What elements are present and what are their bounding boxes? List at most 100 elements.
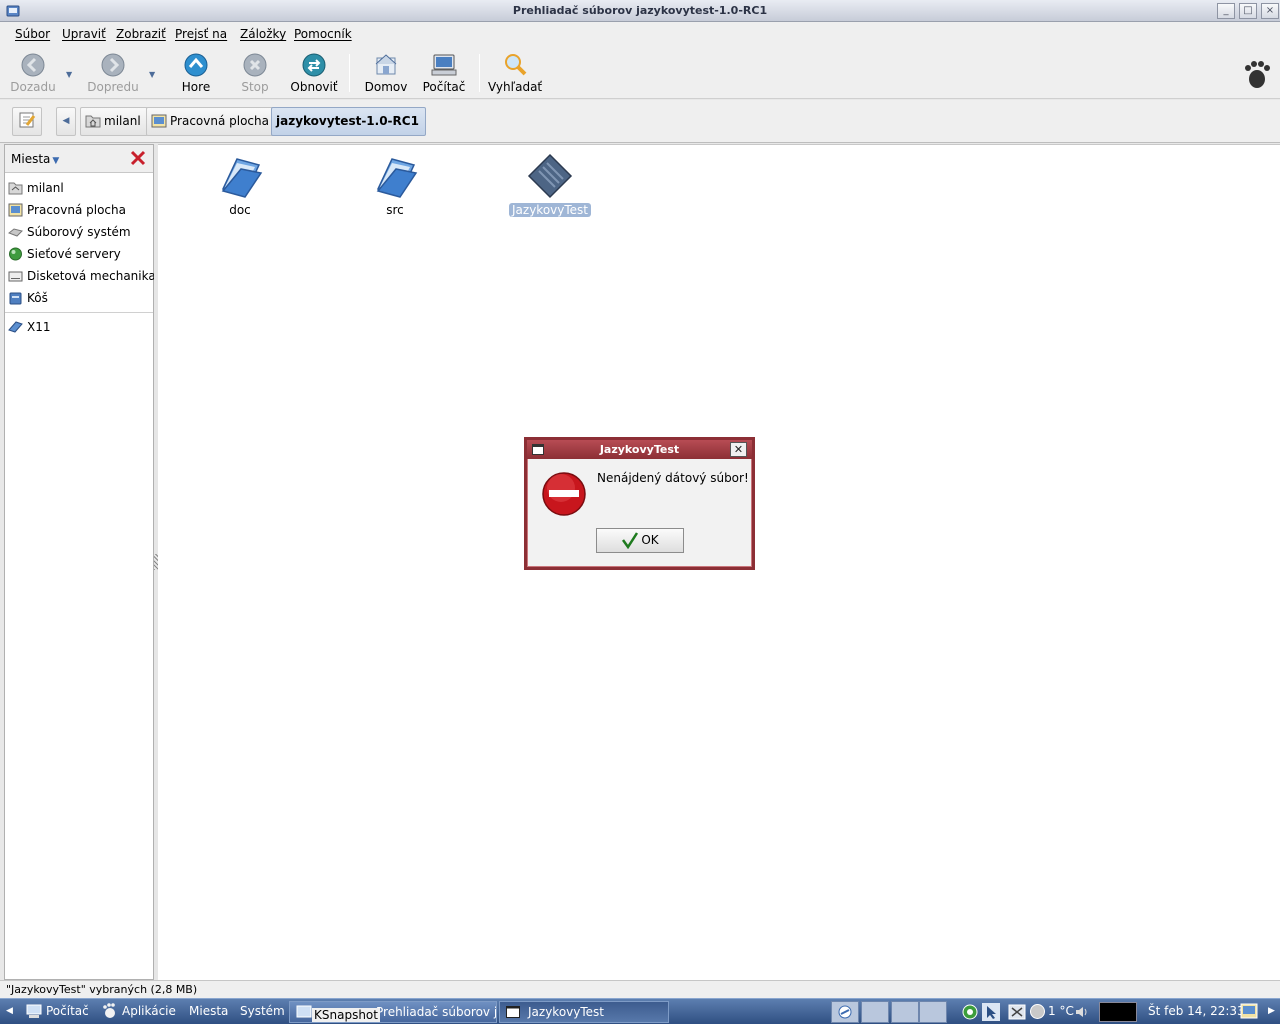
floppy-drive-icon: [8, 271, 23, 282]
error-stop-icon: [542, 472, 586, 516]
minimize-button[interactable]: _: [1217, 3, 1235, 19]
menu-prejst-na[interactable]: Prejsť na: [175, 27, 227, 41]
sidebar-header: Miesta ▼: [5, 145, 153, 173]
status-text: "JazykovyTest" vybraných (2,8 MB): [6, 983, 198, 996]
window-titlebar: Prehliadač súborov jazykovytest-1.0-RC1 …: [0, 0, 1280, 22]
file-item-jazykovytest[interactable]: JazykovyTest: [505, 147, 595, 217]
reload-button[interactable]: Obnoviť: [290, 52, 338, 94]
browser-icon: [838, 1005, 852, 1019]
task-jazykovytest[interactable]: JazykovyTest: [499, 1001, 669, 1023]
executable-icon: [527, 153, 573, 199]
workspace-1[interactable]: [831, 1001, 859, 1023]
crumb-current-folder[interactable]: jazykovytest-1.0-RC1: [271, 107, 426, 136]
computer-icon: [431, 54, 457, 76]
home-folder-icon: [85, 115, 101, 128]
location-bar: ◀ milanl Pracovná plocha jazykovytest-1.…: [0, 100, 1280, 143]
dialog-titlebar: JazykovyTest ✕: [527, 440, 752, 459]
chevron-down-icon: ▼: [52, 156, 60, 166]
file-item-doc[interactable]: doc: [195, 147, 285, 217]
home-button[interactable]: Domov: [362, 52, 410, 94]
close-window-button[interactable]: ×: [1261, 3, 1279, 19]
screenshot-tool-icon[interactable]: [1008, 1003, 1026, 1021]
menu-subor[interactable]: Súbor: [15, 27, 50, 41]
dialog-message: Nenájdený dátový súbor!: [597, 471, 749, 485]
menu-upravit[interactable]: Upraviť: [62, 27, 106, 41]
home-icon: [375, 54, 397, 75]
file-manager-icon: [296, 1005, 312, 1018]
network-globe-icon: [9, 247, 22, 261]
crumb-milanl[interactable]: milanl: [80, 107, 148, 136]
taskbar-computer-menu[interactable]: Počítač: [26, 999, 89, 1024]
taskbar-system-menu[interactable]: Systém: [240, 999, 285, 1024]
window-icon: [506, 1006, 520, 1018]
harddisk-icon: [8, 228, 23, 237]
search-button[interactable]: Vyhľadať: [488, 52, 542, 94]
back-history-dropdown[interactable]: ▼: [66, 70, 72, 79]
gnome-foot-icon: [1245, 61, 1270, 88]
show-desktop-icon[interactable]: [1240, 1002, 1258, 1020]
file-item-src[interactable]: src: [350, 147, 440, 217]
path-scroll-left-button[interactable]: ◀: [56, 107, 76, 136]
taskbar-scroll-left[interactable]: ◀: [6, 999, 13, 1024]
forward-history-dropdown[interactable]: ▼: [149, 70, 155, 79]
volume-icon[interactable]: [1074, 1004, 1090, 1020]
cursor-tool-icon[interactable]: [982, 1003, 1000, 1021]
error-dialog: JazykovyTest ✕ Nenájdený dátový súbor! O…: [524, 437, 755, 570]
menu-pomocnik[interactable]: Pomocník: [294, 27, 352, 41]
computer-icon: [26, 1004, 42, 1018]
menubar: Súbor Upraviť Zobraziť Prejsť na Záložky…: [0, 22, 1280, 46]
network-status-icon[interactable]: [962, 1004, 978, 1020]
workspace-3[interactable]: [891, 1001, 919, 1023]
desktop-icon: [8, 203, 23, 217]
edit-location-icon: [19, 112, 36, 128]
workspace-4[interactable]: [919, 1001, 947, 1023]
folder-icon: [221, 158, 263, 198]
reload-icon: [302, 53, 326, 77]
weather-icon[interactable]: [1029, 1003, 1046, 1020]
checkmark-icon: [622, 532, 639, 549]
stop-icon: [243, 53, 267, 77]
back-button[interactable]: Dozadu: [10, 52, 56, 94]
sidebar-item-filesystem[interactable]: Súborový systém: [5, 221, 153, 243]
forward-arrow-icon: [101, 53, 125, 77]
close-sidebar-icon[interactable]: [128, 148, 148, 168]
sidebar-item-trash[interactable]: Kôš: [5, 287, 153, 309]
toolbar-separator: [349, 54, 350, 92]
task-file-browser[interactable]: KSnapshotPrehliadač súborov ja...: [289, 1001, 497, 1023]
stop-button[interactable]: Stop: [236, 52, 274, 94]
clock[interactable]: Št feb 14, 22:33: [1148, 999, 1245, 1023]
dialog-close-button[interactable]: ✕: [730, 442, 747, 457]
dialog-title: JazykovyTest: [599, 443, 680, 456]
sidebar-view-selector[interactable]: Miesta ▼: [11, 152, 59, 166]
search-icon: [505, 54, 527, 76]
taskbar: ◀ Počítač Aplikácie Miesta Systém KSnaps…: [0, 998, 1280, 1024]
sidebar-item-network[interactable]: Sieťové servery: [5, 243, 153, 265]
sidebar-item-x11[interactable]: X11: [5, 316, 153, 338]
weather-temperature[interactable]: 1 °C: [1048, 999, 1074, 1023]
home-folder-icon: [8, 182, 23, 195]
taskbar-applications-menu[interactable]: Aplikácie: [102, 999, 176, 1024]
menu-zobrazit[interactable]: Zobraziť: [116, 27, 166, 41]
workspace-2[interactable]: [861, 1001, 889, 1023]
folder-icon: [376, 158, 418, 198]
window-title: Prehliadač súborov jazykovytest-1.0-RC1: [512, 4, 768, 17]
system-monitor-graph[interactable]: [1099, 1002, 1137, 1022]
ksnapshot-tooltip: KSnapshot: [312, 1008, 380, 1022]
sidebar-separator: [5, 312, 153, 313]
forward-button[interactable]: Dopredu: [86, 52, 140, 94]
crumb-desktop[interactable]: Pracovná plocha: [146, 107, 276, 136]
toggle-location-entry-button[interactable]: [12, 107, 42, 136]
ok-button[interactable]: OK: [596, 528, 684, 553]
sidebar-item-milanl[interactable]: milanl: [5, 177, 153, 199]
menu-zalozky[interactable]: Záložky: [240, 27, 286, 41]
up-button[interactable]: Hore: [176, 52, 216, 94]
gnome-foot-icon: [103, 1003, 115, 1018]
sidebar-item-desktop[interactable]: Pracovná plocha: [5, 199, 153, 221]
maximize-button[interactable]: □: [1239, 3, 1257, 19]
computer-button[interactable]: Počítač: [420, 52, 468, 94]
folder-icon: [8, 321, 23, 333]
taskbar-scroll-right[interactable]: ▶: [1268, 999, 1275, 1024]
sidebar-item-floppy[interactable]: Disketová mechanika: [5, 265, 156, 287]
taskbar-places-menu[interactable]: Miesta: [189, 999, 228, 1024]
back-arrow-icon: [21, 53, 45, 77]
